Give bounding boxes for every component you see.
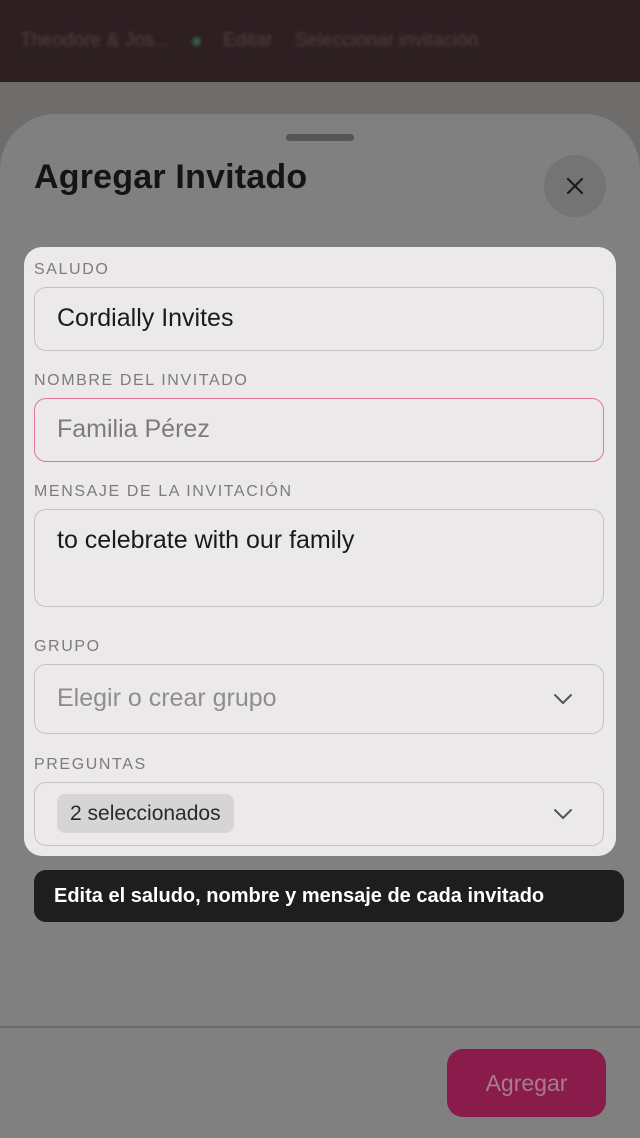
- close-icon: [566, 177, 584, 195]
- message-label: MENSAJE DE LA INVITACIÓN: [34, 483, 293, 500]
- guest-form-card: SALUDO Cordially Invites NOMBRE DEL INVI…: [24, 247, 616, 856]
- chevron-down-icon: [554, 809, 572, 819]
- drag-handle[interactable]: [286, 134, 354, 141]
- questions-select[interactable]: 2 seleccionados: [34, 782, 604, 846]
- couple-name[interactable]: Theodore & Jos...: [20, 30, 170, 52]
- group-label: GRUPO: [34, 638, 101, 655]
- questions-label: PREGUNTAS: [34, 756, 147, 773]
- sheet-title: Agregar Invitado: [34, 158, 308, 196]
- salutation-input[interactable]: Cordially Invites: [34, 287, 604, 351]
- edit-link[interactable]: Editar: [223, 30, 273, 52]
- guest-name-label: NOMBRE DEL INVITADO: [34, 372, 249, 389]
- select-invitation-dropdown[interactable]: Seleccionar invitación: [295, 30, 479, 52]
- status-dot: [191, 36, 201, 46]
- onboarding-tooltip: Edita el saludo, nombre y mensaje de cad…: [34, 870, 624, 922]
- footer-divider: [0, 1026, 640, 1028]
- questions-selected-chip: 2 seleccionados: [57, 794, 234, 833]
- app-header-row: Theodore & Jos... Editar Seleccionar inv…: [20, 26, 620, 56]
- close-button[interactable]: [544, 155, 606, 217]
- message-textarea[interactable]: to celebrate with our family: [34, 509, 604, 607]
- add-guest-button[interactable]: Agregar: [447, 1049, 606, 1117]
- salutation-label: SALUDO: [34, 261, 110, 278]
- guest-name-input[interactable]: Familia Pérez: [34, 398, 604, 462]
- group-select-placeholder: Elegir o crear grupo: [57, 684, 277, 712]
- group-select[interactable]: Elegir o crear grupo: [34, 664, 604, 734]
- chevron-down-icon: [554, 694, 572, 704]
- app-header: Theodore & Jos... Editar Seleccionar inv…: [0, 0, 640, 82]
